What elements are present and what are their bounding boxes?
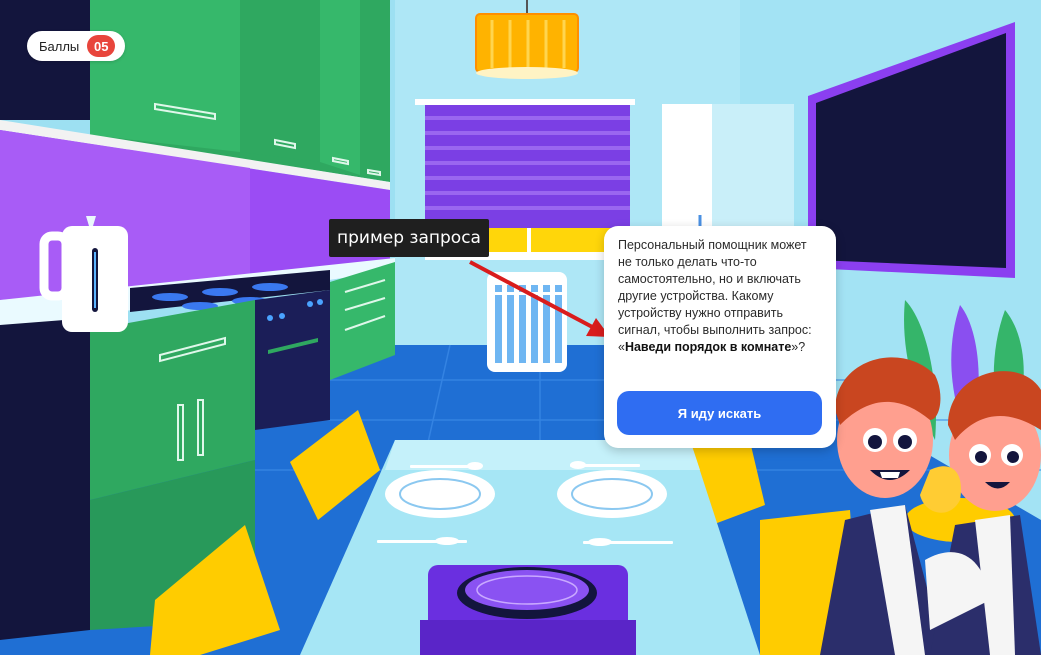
dialog-text-before: Персональный помощник может не только де… — [618, 238, 812, 354]
dialog-text-bold: Наведи порядок в комнате — [624, 340, 792, 354]
start-search-button[interactable]: Я иду искать — [617, 391, 822, 435]
score-counter: Баллы 05 — [27, 31, 126, 61]
game-stage: Баллы 05 пример запроса Персональный пом… — [0, 0, 1041, 655]
kitchen-scene — [0, 0, 1041, 655]
score-label: Баллы — [39, 38, 80, 54]
annotation-callout: пример запроса — [329, 219, 489, 257]
centerpiece — [420, 565, 636, 655]
hint-dialog: Персональный помощник может не только де… — [604, 226, 836, 448]
air-purifier-icon — [487, 272, 567, 372]
refrigerator-icon — [662, 104, 794, 244]
dialog-text: Персональный помощник может не только де… — [618, 237, 822, 356]
dialog-text-after: »? — [791, 340, 806, 354]
score-badge: 05 — [87, 35, 116, 57]
